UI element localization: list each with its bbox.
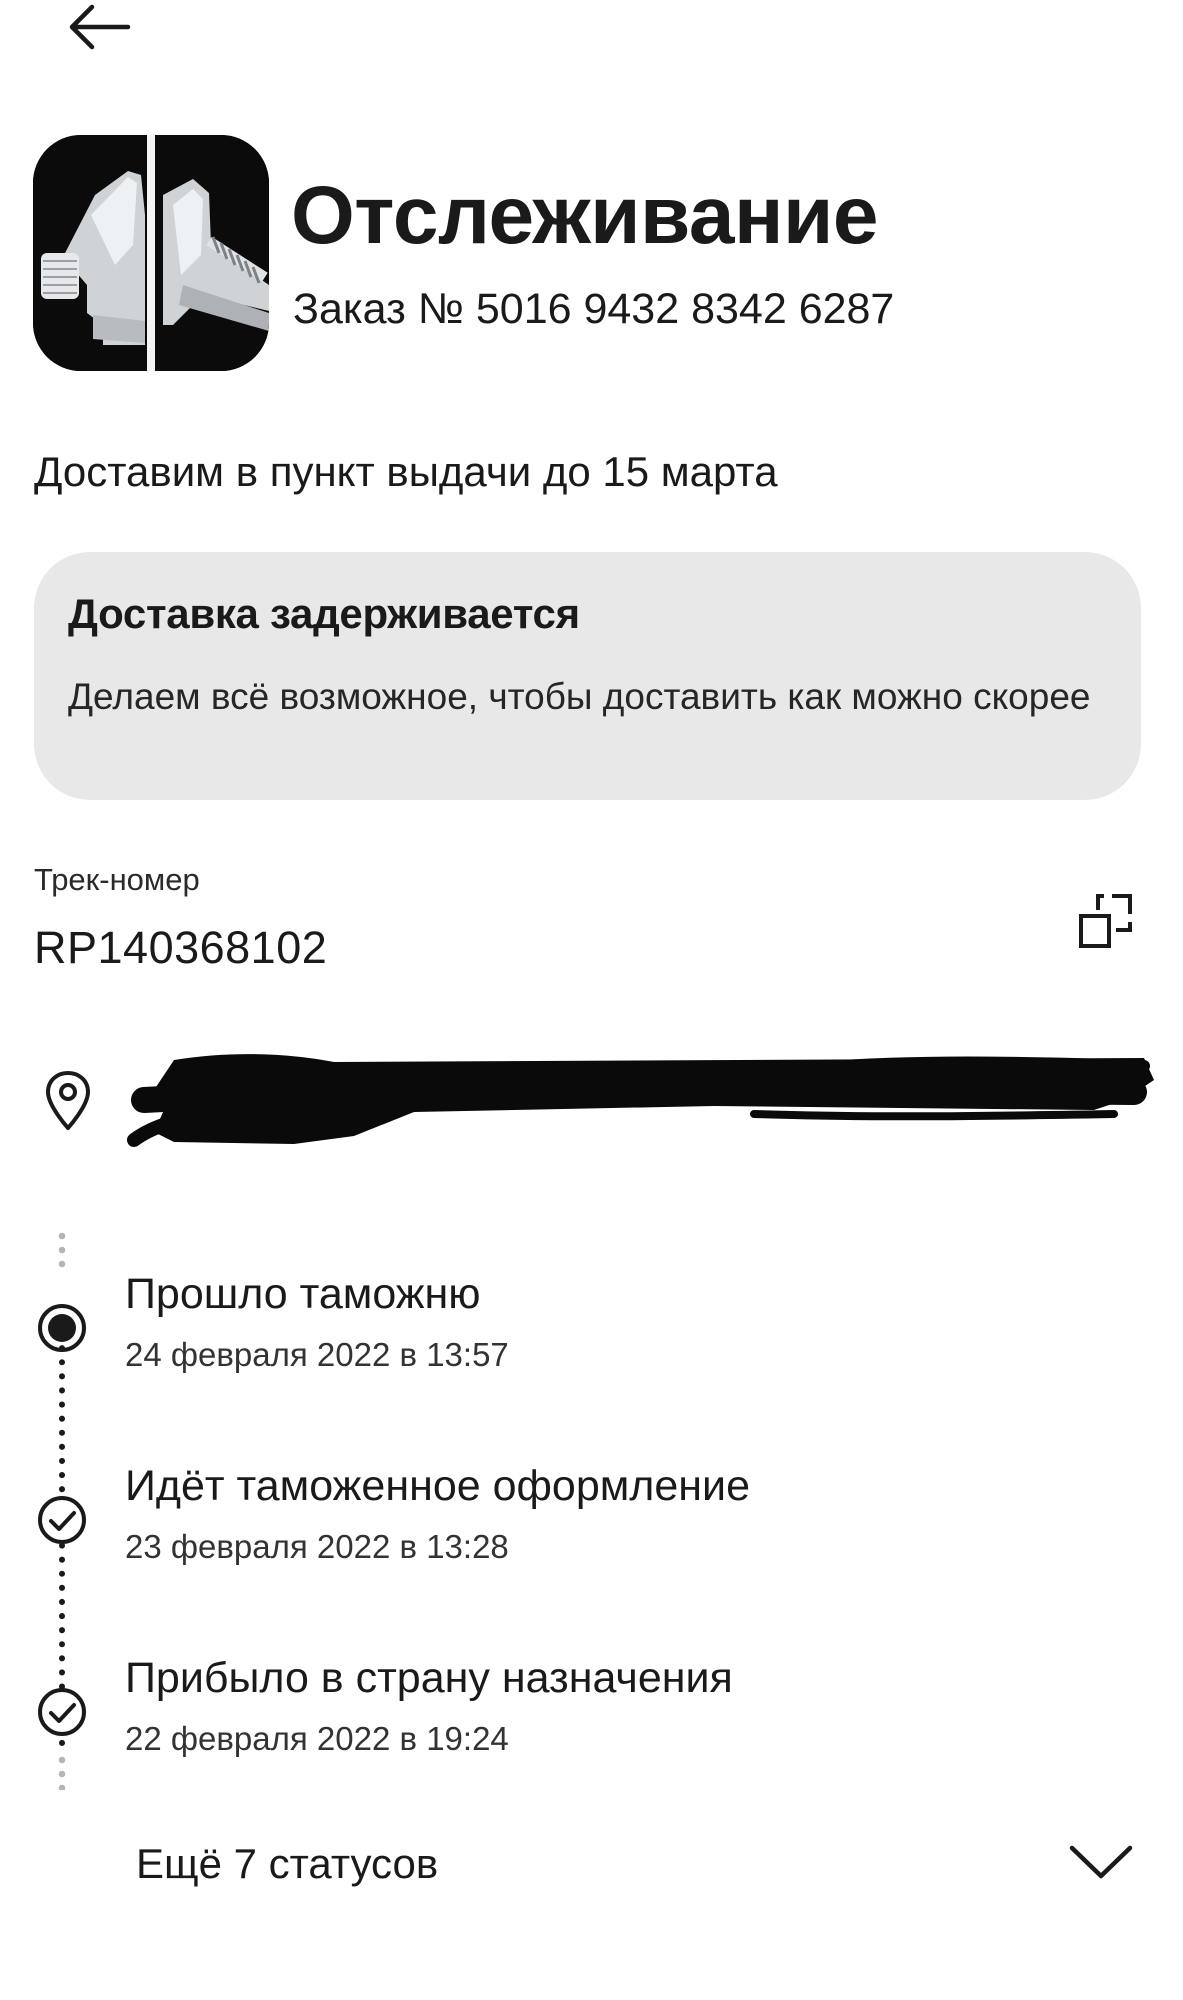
back-button[interactable] [64,0,134,54]
status-timeline: Прошло таможню 24 февраля 2022 в 13:57 И… [0,1230,1183,1790]
order-number-label: Заказ № [293,285,464,333]
show-more-label: Ещё 7 статусов [136,1840,439,1887]
address-redacted [127,1054,1154,1147]
chevron-down-icon [1069,1845,1133,1879]
order-header: Отслеживание Заказ № 5016 9432 8342 6287 [33,135,1153,371]
tracking-number-label: Трек-номер [34,862,200,897]
pickup-address-row[interactable] [34,1040,1164,1180]
product-image [33,135,269,371]
timeline-item: Прибыло в страну назначения 22 февраля 2… [0,1654,1183,1784]
timeline-item: Прошло таможню 24 февраля 2022 в 13:57 [0,1270,1183,1400]
timeline-time: 24 февраля 2022 в 13:57 [125,1336,509,1373]
delay-notice-title: Доставка задерживается [68,590,580,637]
delay-notice-text: Делаем всё возможное, чтобы доставить ка… [68,676,1091,717]
radio-filled-icon [38,1304,86,1352]
page-title: Отслеживание [291,170,879,261]
check-circle-icon [38,1496,86,1544]
arrow-left-icon [69,4,131,50]
check-circle-icon [38,1688,86,1736]
timeline-time: 22 февраля 2022 в 19:24 [125,1720,509,1757]
map-pin-icon [46,1071,90,1130]
tracking-number-value[interactable]: RP140368102 [34,922,327,974]
order-number: Заказ № 5016 9432 8342 6287 [293,285,894,334]
delivery-estimate: Доставим в пункт выдачи до 15 марта [34,448,778,495]
timeline-status: Прибыло в страну назначения [125,1654,733,1702]
delay-notice-card: Доставка задерживается Делаем всё возмож… [34,552,1141,800]
timeline-time: 23 февраля 2022 в 13:28 [125,1528,509,1565]
product-thumbnail[interactable] [33,135,269,371]
timeline-status: Прошло таможню [125,1270,481,1318]
order-number-value: 5016 9432 8342 6287 [475,285,895,333]
timeline-item: Идёт таможенное оформление 23 февраля 20… [0,1462,1183,1592]
copy-tracking-button[interactable] [1078,890,1136,950]
timeline-status: Идёт таможенное оформление [125,1462,750,1510]
copy-icon [1079,894,1132,948]
show-more-statuses-button[interactable]: Ещё 7 статусов [0,1820,1183,1910]
